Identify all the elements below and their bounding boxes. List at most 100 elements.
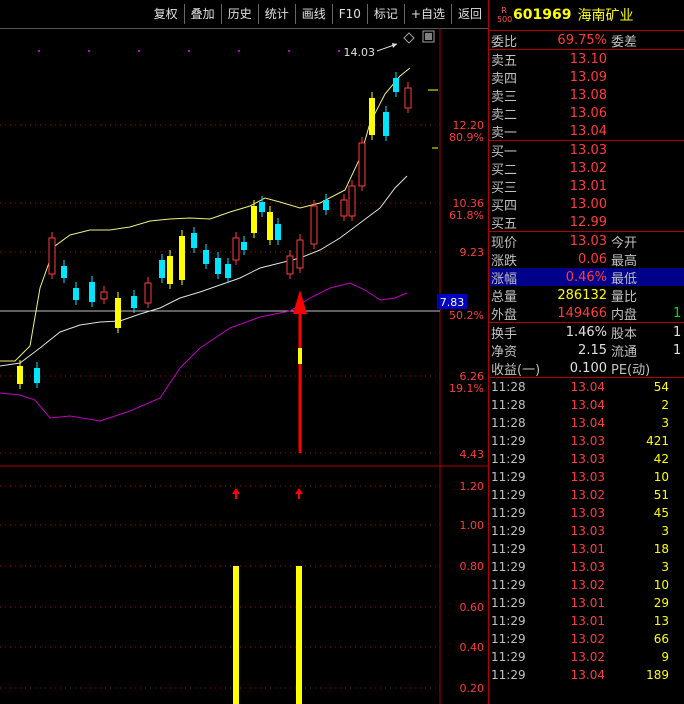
overlay-button[interactable]: 叠加	[183, 4, 221, 24]
f10-button[interactable]: F10	[331, 4, 367, 24]
tick-price: 13.04	[570, 416, 605, 430]
candle-body	[191, 233, 197, 248]
stat-row: 涨跌 0.06 最高	[491, 251, 638, 269]
draw-line-button[interactable]: 画线	[294, 4, 332, 24]
stock-code: 601969	[513, 7, 572, 23]
tick-time: 11:29	[491, 560, 526, 574]
stock-name: 海南矿业	[577, 8, 634, 24]
buy-row[interactable]: 买三 13.01	[489, 177, 684, 196]
tick-time: 11:29	[491, 524, 526, 538]
candle-body	[48, 237, 56, 275]
signal-marks	[232, 89, 438, 704]
candle-body	[404, 87, 412, 109]
candle-body	[34, 368, 40, 383]
buy-row[interactable]: 买四 13.00	[489, 195, 684, 214]
tick-price: 13.04	[570, 668, 605, 682]
tick-volume: 54	[653, 380, 669, 394]
tick-price: 13.03	[570, 524, 605, 538]
stat-row: 外盘 149466 内盘 1	[491, 305, 682, 323]
buy-row[interactable]: 买一 13.03	[489, 141, 684, 160]
add-watchlist-button[interactable]: +自选	[403, 4, 451, 24]
tick-price: 13.02	[570, 650, 605, 664]
candle-body	[144, 282, 152, 304]
tick-price: 13.03	[570, 506, 605, 520]
tick-price: 13.02	[570, 578, 605, 592]
sell-row[interactable]: 卖五 13.10	[489, 50, 684, 69]
tick-time: 11:29	[491, 434, 526, 448]
chart-toolbar: 复权 叠加 历史 统计 画线 F10 标记 +自选 返回	[0, 0, 488, 29]
tick-time: 11:29	[491, 452, 526, 466]
fundamentals-block: 换手 1.46% 股本 1 净资 2.15 流通 1 收益(一) 0.100 PE(动)	[489, 323, 684, 378]
lower-band-line	[0, 282, 408, 422]
diamond-icon	[403, 32, 415, 44]
high-price-marker: 14.03	[344, 46, 376, 59]
restore-rights-button[interactable]: 复权	[148, 4, 184, 24]
indicator-label: 1.00	[460, 519, 485, 532]
sell-row[interactable]: 卖四 13.09	[489, 68, 684, 87]
tick-row: 11:29 13.03 3	[489, 522, 684, 540]
candle-body	[348, 185, 356, 217]
sell-row[interactable]: 卖三 13.08	[489, 86, 684, 105]
indicator-bar	[233, 566, 239, 704]
tick-price: 13.03	[570, 470, 605, 484]
tick-price: 13.02	[570, 632, 605, 646]
kline-chart[interactable]: 12.20 80.9% 10.36 61.8% 9.23 50.2% 6.26 …	[0, 28, 488, 704]
buy-row[interactable]: 买二 13.02	[489, 159, 684, 178]
mark-button[interactable]: 标记	[366, 4, 404, 24]
tick-list[interactable]: 11:28 13.04 54 11:28 13.04 2 11:28 13.04 3 11:29 1…	[489, 378, 684, 684]
quote-panel: R 500 601969 海南矿业 委比 69.75% 委差 卖五 13.10 卖四…	[489, 0, 684, 704]
tick-volume: 66	[653, 632, 669, 646]
tick-time: 11:29	[491, 596, 526, 610]
statistics-button[interactable]: 统计	[257, 4, 295, 24]
buy-row[interactable]: 买五 12.99	[489, 213, 684, 232]
candle-body	[259, 202, 265, 212]
tick-row: 11:29 13.02 9	[489, 648, 684, 666]
candle-body	[167, 256, 173, 284]
fund-row: 净资 2.15 流通 1	[491, 342, 682, 360]
history-button[interactable]: 历史	[220, 4, 258, 24]
back-button[interactable]: 返回	[450, 4, 488, 24]
indicator-label: 0.40	[460, 641, 485, 654]
candle-body	[225, 264, 231, 278]
tick-volume: 3	[661, 524, 669, 538]
tick-price: 13.03	[570, 452, 605, 466]
tick-row: 11:29 13.02 51	[489, 486, 684, 504]
buy-book: 买一 13.03 买二 13.02 买三 13.01 买四 13.00 买五 12.99	[489, 141, 684, 232]
tick-time: 11:28	[491, 380, 526, 394]
candle-body	[358, 142, 366, 187]
fund-row: 收益(一) 0.100 PE(动)	[491, 360, 651, 378]
candle-body	[296, 239, 304, 269]
up-arrow-icon	[232, 488, 240, 494]
tick-volume: 51	[653, 488, 669, 502]
tick-volume: 9	[661, 650, 669, 664]
tick-row: 11:29 13.01 29	[489, 594, 684, 612]
indicator-label: 0.20	[460, 682, 485, 695]
tick-volume: 421	[646, 434, 669, 448]
tick-row: 11:29 13.03 10	[489, 468, 684, 486]
tick-time: 11:29	[491, 668, 526, 682]
candle-body	[179, 236, 185, 280]
tick-time: 11:29	[491, 488, 526, 502]
candle-body	[89, 282, 95, 302]
signal-tick	[298, 348, 302, 364]
sell-row[interactable]: 卖二 13.06	[489, 104, 684, 123]
candle-body	[369, 98, 375, 135]
candle-body	[215, 258, 221, 274]
candle-body	[323, 200, 329, 210]
tick-row: 11:29 13.03 42	[489, 450, 684, 468]
pct-label: 61.8%	[449, 209, 484, 222]
signal-arrow-head	[293, 290, 307, 314]
indicator-label: 0.60	[460, 601, 485, 614]
candle-body	[159, 260, 165, 278]
tick-time: 11:29	[491, 578, 526, 592]
sell-row[interactable]: 卖一 13.04	[489, 122, 684, 141]
candle-body	[383, 112, 389, 136]
candle-body	[267, 212, 273, 240]
candlesticks	[17, 72, 412, 389]
indicator-label: 0.80	[460, 560, 485, 573]
tick-volume: 10	[653, 578, 669, 592]
candle-body	[61, 266, 67, 278]
indicator-label: 1.20	[460, 480, 485, 493]
stat-row: 现价 13.03 今开	[491, 233, 638, 251]
up-arrow-icon	[295, 488, 303, 494]
